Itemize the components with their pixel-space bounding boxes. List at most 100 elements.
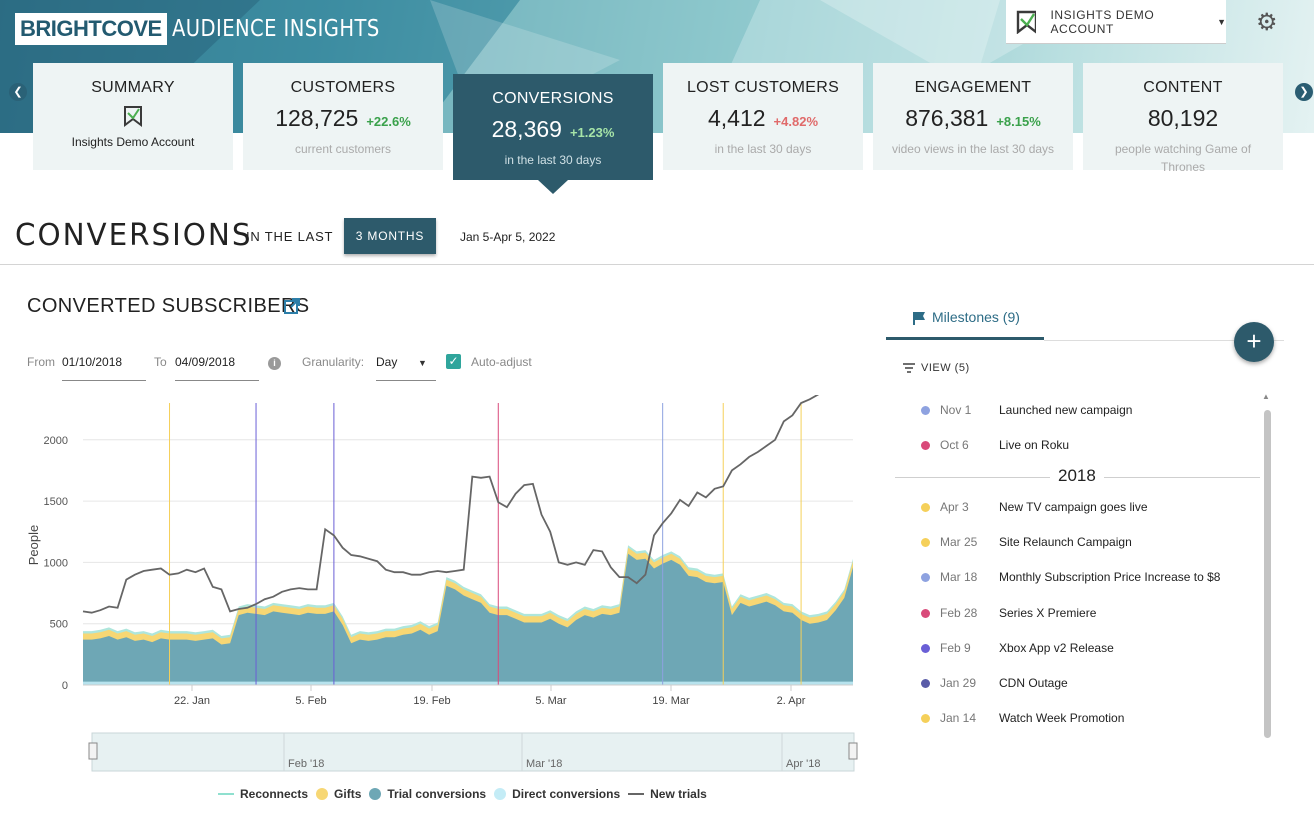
add-milestone-button[interactable]: +	[1234, 322, 1274, 362]
milestone-date: Mar 18	[940, 570, 978, 584]
auto-adjust-checkbox[interactable]: ✓	[446, 354, 461, 369]
view-filter-button[interactable]: VIEW (5)	[903, 362, 970, 374]
from-label: From	[27, 355, 55, 369]
legend-label: Trial conversions	[387, 787, 487, 801]
card-title: LOST CUSTOMERS	[686, 79, 840, 96]
card-value: 128,725	[275, 105, 359, 131]
milestone-dot	[921, 405, 930, 415]
y-tick-label: 1000	[44, 557, 68, 569]
card-content[interactable]: CONTENT 80,192 people watching Game of T…	[1083, 63, 1283, 174]
milestone-scrollbar[interactable]	[1264, 410, 1271, 738]
legend-item-new-trials[interactable]: New trials	[628, 787, 707, 801]
milestone-dot	[921, 678, 930, 688]
milestone-date: Feb 28	[940, 606, 978, 620]
card-lost-customers[interactable]: LOST CUSTOMERS 4,412 +4.82% in the last …	[663, 63, 863, 170]
navigator-handle	[88, 742, 98, 760]
milestone-date: Mar 25	[940, 535, 978, 549]
milestone-name: Watch Week Promotion	[999, 711, 1125, 725]
info-icon[interactable]: i	[268, 357, 281, 370]
milestone-date: Jan 29	[940, 676, 977, 690]
card-value: 4,412	[707, 105, 766, 131]
card-title: CONVERSIONS	[492, 90, 614, 107]
milestone-dot	[921, 572, 930, 582]
list-item[interactable]: Jan 14 Watch Week Promotion	[895, 708, 1260, 728]
list-item[interactable]: Jan 29 CDN Outage	[895, 673, 1260, 693]
navigator-label: Feb '18	[288, 758, 324, 770]
logo-product: AUDIENCE INSIGHTS	[171, 16, 380, 42]
panel-title: CONVERTED SUBSCRIBERS	[27, 295, 310, 317]
legend-item-gifts[interactable]: Gifts	[316, 787, 361, 801]
navigator-label: Apr '18	[786, 758, 821, 770]
list-item[interactable]: Apr 3 New TV campaign goes live	[895, 497, 1260, 517]
gear-icon[interactable]: ⚙	[1256, 10, 1282, 36]
account-bookmark-icon	[1016, 10, 1037, 34]
milestone-name: Xbox App v2 Release	[999, 641, 1114, 655]
card-customers[interactable]: CUSTOMERS 128,725 +22.6% current custome…	[243, 63, 443, 170]
legend-line-icon	[628, 793, 645, 795]
external-link-icon[interactable]	[283, 297, 301, 315]
card-delta: +22.6%	[366, 114, 411, 129]
x-tick-label: 19. Feb	[413, 695, 450, 707]
legend-item-direct-conversions[interactable]: Direct conversions	[494, 787, 620, 801]
card-value: 80,192	[1147, 105, 1219, 131]
card-subtitle: people watching Game of Thrones	[1114, 142, 1252, 174]
milestone-dot	[921, 537, 930, 547]
milestone-dot	[921, 440, 930, 450]
card-delta: +8.15%	[996, 114, 1041, 129]
to-label: To	[154, 355, 167, 369]
y-tick-label: 1500	[44, 496, 68, 508]
list-item[interactable]: Mar 25 Site Relaunch Campaign	[895, 532, 1260, 552]
milestone-date: Oct 6	[940, 438, 969, 452]
section-divider	[0, 264, 1314, 265]
card-summary[interactable]: SUMMARY Insights Demo Account	[33, 63, 233, 170]
legend-label: Direct conversions	[512, 787, 621, 801]
legend-label: Gifts	[334, 787, 362, 801]
card-subtitle: in the last 30 days	[714, 142, 812, 156]
bookmark-icon	[124, 106, 142, 127]
list-item[interactable]: Feb 28 Series X Premiere	[895, 603, 1260, 623]
tab-milestones[interactable]: Milestones (9)	[886, 300, 1044, 340]
card-subtitle: in the last 30 days	[504, 153, 602, 167]
tab-label: Milestones (9)	[932, 309, 1020, 325]
list-item[interactable]: Oct 6 Live on Roku	[895, 435, 1260, 455]
logo-brand: BRIGHTCOVE	[15, 13, 167, 45]
area-series-trial-conversions	[83, 553, 853, 685]
granularity-select[interactable]: Day	[376, 355, 397, 369]
granularity-label: Granularity:	[302, 355, 365, 369]
list-item[interactable]: Nov 1 Launched new campaign	[895, 400, 1260, 420]
year-divider: 2018	[895, 466, 1260, 487]
auto-adjust-label: Auto-adjust	[471, 355, 532, 369]
card-engagement[interactable]: ENGAGEMENT 876,381 +8.15% video views in…	[873, 63, 1073, 170]
period-button[interactable]: 3 MONTHS	[344, 218, 436, 254]
y-tick-label: 500	[50, 619, 68, 631]
app-logo[interactable]: BRIGHTCOVE AUDIENCE INSIGHTS	[15, 13, 416, 45]
caret-down-icon[interactable]: ▼	[418, 358, 427, 368]
card-subtitle: video views in the last 30 days	[891, 142, 1055, 156]
carousel-next-icon[interactable]: ❯	[1295, 83, 1313, 101]
x-tick-label: 2. Apr	[777, 695, 806, 707]
milestone-name: CDN Outage	[999, 676, 1068, 690]
list-item[interactable]: Feb 9 Xbox App v2 Release	[895, 638, 1260, 658]
navigator-label: Mar '18	[526, 758, 562, 770]
milestone-name: Live on Roku	[999, 438, 1070, 452]
legend-dot-icon	[316, 788, 329, 800]
account-selector[interactable]: INSIGHTS DEMO ACCOUNT ▼	[1006, 0, 1226, 44]
conversions-chart[interactable]: 0 500 1000 1500 2000 People 22. Jan 5. Feb 19. F…	[20, 395, 860, 780]
card-title: SUMMARY	[91, 79, 175, 96]
milestone-dot	[921, 643, 930, 653]
card-conversions[interactable]: CONVERSIONS 28,369 +1.23% in the last 30…	[453, 74, 653, 180]
list-item[interactable]: Mar 18 Monthly Subscription Price Increa…	[895, 567, 1260, 587]
scroll-up-icon[interactable]: ▲	[1262, 392, 1270, 401]
chart-legend: Reconnects Gifts Trial conversions Direc…	[218, 787, 715, 801]
navigator-window	[91, 732, 855, 772]
from-date-input[interactable]: 01/10/2018	[62, 355, 122, 369]
milestone-dot	[921, 713, 930, 723]
card-title: ENGAGEMENT	[914, 79, 1032, 96]
legend-item-trial-conversions[interactable]: Trial conversions	[369, 787, 486, 801]
line-series-new-trials	[82, 395, 820, 614]
x-tick-label: 5. Feb	[295, 695, 326, 707]
carousel-prev-icon[interactable]: ❮	[9, 83, 27, 101]
to-date-input[interactable]: 04/09/2018	[175, 355, 235, 369]
legend-item-reconnects[interactable]: Reconnects	[218, 787, 308, 801]
page-title: CONVERSIONS	[15, 218, 253, 253]
